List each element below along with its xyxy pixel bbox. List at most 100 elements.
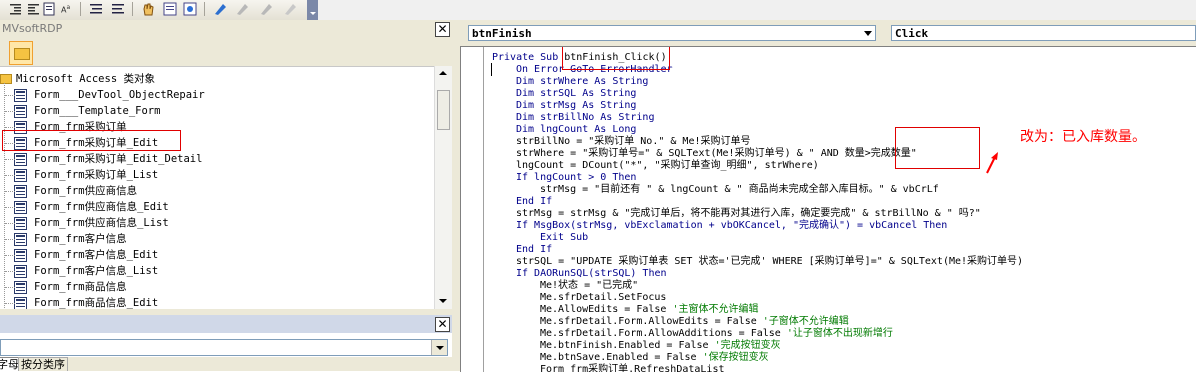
code-keyword: Dim lngCount As Long: [516, 124, 637, 135]
code-line[interactable]: Me!状态 = "已完成": [540, 280, 638, 292]
code-line[interactable]: If MsgBox(strMsg, vbExclamation + vbOKCa…: [516, 220, 947, 232]
tree-connector: [5, 287, 15, 289]
code-text: strWhere = "采购订单号=" & SQLText(Me!采购订单号) …: [516, 148, 917, 159]
bookmark-icon[interactable]: [162, 1, 178, 17]
properties-panel-title: [0, 315, 452, 333]
properties-tabs: 字母序 按分类序: [0, 357, 452, 371]
annotation-text: 改为：已入库数量。: [1020, 129, 1146, 145]
form-icon: [14, 217, 27, 230]
tree-connector: [5, 159, 15, 161]
previous-bookmark-icon[interactable]: [234, 1, 250, 17]
toolbar-options-icon[interactable]: [307, 0, 318, 20]
code-line[interactable]: If DAORunSQL(strSQL) Then: [516, 268, 667, 280]
procedure-combo[interactable]: Click: [891, 25, 1196, 41]
toggle-bookmark-icon[interactable]: [212, 1, 228, 17]
code-line[interactable]: Me.sfrDetail.SetFocus: [540, 292, 666, 304]
tree-item[interactable]: Form___DevTool_ObjectRepair: [14, 87, 205, 103]
outdent-icon[interactable]: [26, 1, 42, 17]
tree-item[interactable]: Form_frm客户信息_List: [14, 263, 158, 279]
tree-item-label: Form_frm商品信息_Edit: [34, 297, 159, 309]
code-text: strMsg = strMsg & "完成订单后，将不能再对其进行入库，确定要完…: [516, 208, 981, 219]
code-line[interactable]: End If: [516, 196, 552, 208]
form-icon: [14, 105, 27, 118]
scroll-down-icon[interactable]: [439, 299, 447, 303]
scroll-thumb[interactable]: [437, 90, 450, 130]
chevron-down-icon[interactable]: [861, 26, 875, 40]
tree-item[interactable]: Form_frm客户信息: [14, 231, 127, 247]
toggle-folders-button[interactable]: [9, 41, 33, 65]
code-line[interactable]: Me.sfrDetail.Form.AllowAdditions = False…: [540, 328, 893, 340]
list-members-icon[interactable]: [42, 1, 58, 17]
code-comment: '子窗体不允许编辑: [762, 316, 849, 327]
project-panel-close-icon[interactable]: ✕: [435, 22, 450, 37]
uncomment-block-icon[interactable]: [110, 1, 126, 17]
code-line[interactable]: strMsg = "目前还有 " & lngCount & " 商品尚未完成全部…: [540, 184, 939, 196]
code-line[interactable]: Me.AllowEdits = False '主窗体不允许编辑: [540, 304, 758, 316]
code-line[interactable]: strMsg = strMsg & "完成订单后，将不能再对其进行入库，确定要完…: [516, 208, 981, 220]
properties-object-combo[interactable]: [0, 339, 448, 356]
tree-item[interactable]: Form_frm采购订单_Edit_Detail: [14, 151, 202, 167]
tree-item[interactable]: Form_frm供应商信息_List: [14, 215, 169, 231]
chevron-down-icon[interactable]: [431, 340, 447, 355]
code-line[interactable]: strWhere = "采购订单号=" & SQLText(Me!采购订单号) …: [516, 148, 917, 160]
tree-item[interactable]: Form_frm商品信息_Edit: [14, 295, 158, 310]
code-line[interactable]: strSQL = "UPDATE 采购订单表 SET 状态='已完成' WHER…: [516, 256, 1023, 268]
tree-item-label: Form_frm供应商信息_Edit: [34, 201, 169, 213]
tree-item[interactable]: Form_frm商品信息: [14, 279, 127, 295]
properties-panel-close-icon[interactable]: ✕: [435, 317, 450, 332]
code-margin: [461, 47, 484, 372]
code-line[interactable]: lngCount = DCount("*", "采购订单查询_明细", strW…: [516, 160, 819, 172]
code-line[interactable]: strBillNo = "采购订单 No." & Me!采购订单号: [516, 136, 751, 148]
text-caret: [491, 63, 492, 76]
project-panel-title: MVsoftRDP: [0, 20, 452, 38]
tree-item-label: Form___DevTool_ObjectRepair: [34, 89, 205, 101]
code-line[interactable]: Dim strMsg As String: [516, 100, 636, 112]
code-editor[interactable]: Private Sub btnFinish_Click() On Error Go…: [460, 46, 1196, 372]
code-line[interactable]: Dim strWhere As String: [516, 76, 648, 88]
code-line[interactable]: Exit Sub: [540, 232, 588, 244]
tree-item-label: Form_frm客户信息_Edit: [34, 249, 159, 261]
tree-item[interactable]: Form_frm供应商信息_Edit: [14, 199, 169, 215]
code-text: Me.btnSave.Enabled = False: [540, 352, 703, 363]
code-line[interactable]: Dim strBillNo As String: [516, 112, 654, 124]
code-line[interactable]: Me.btnFinish.Enabled = False '完成按钮变灰: [540, 340, 781, 352]
next-bookmark-icon[interactable]: [182, 1, 198, 17]
code-keyword: If lngCount > 0 Then: [516, 172, 637, 183]
code-line[interactable]: End If: [516, 244, 552, 256]
quick-info-icon[interactable]: Aa: [61, 4, 70, 15]
comment-block-icon[interactable]: [88, 1, 104, 17]
tree-item-label: Form_frm采购订单_List: [34, 169, 159, 181]
tree-item[interactable]: Form_frm客户信息_Edit: [14, 247, 158, 263]
tree-vertical-scrollbar[interactable]: [434, 66, 452, 309]
tree-item[interactable]: Form_frm采购订单_List: [14, 167, 158, 183]
tree-connector: [5, 175, 15, 177]
object-combo[interactable]: btnFinish: [468, 25, 876, 41]
code-text: Me.sfrDetail.Form.AllowEdits = False: [540, 316, 763, 327]
code-text: Me!状态 = "已完成": [540, 280, 639, 291]
tree-item[interactable]: Form___Template_Form: [14, 103, 160, 119]
code-keyword: Dim strWhere As String: [516, 76, 649, 87]
scroll-up-icon[interactable]: [439, 71, 447, 75]
tree-connector: [5, 111, 15, 113]
code-keyword: Dim strSQL As String: [516, 88, 637, 99]
code-keyword: End If: [516, 244, 553, 255]
code-text: lngCount = DCount("*", "采购订单查询_明细", strW…: [516, 160, 819, 171]
code-line[interactable]: Me.btnSave.Enabled = False '保存按钮变灰: [540, 352, 769, 364]
code-keyword: Dim strMsg As String: [516, 100, 637, 111]
tree-item[interactable]: Form_frm供应商信息: [14, 183, 137, 199]
clear-bookmarks-icon[interactable]: [258, 1, 274, 17]
code-line[interactable]: Me.sfrDetail.Form.AllowEdits = False '子窗…: [540, 316, 849, 328]
tab-categorized[interactable]: 按分类序: [18, 357, 68, 371]
code-text: Me.btnFinish.Enabled = False: [540, 340, 715, 351]
tree-item-label: Form_frm采购订单_Edit_Detail: [34, 153, 203, 165]
tree-item-label: Form_frm客户信息_List: [34, 265, 159, 277]
tree-connector: [5, 255, 15, 257]
highlight-box: [562, 47, 670, 70]
code-line[interactable]: Dim lngCount As Long: [516, 124, 636, 136]
code-line[interactable]: Dim strSQL As String: [516, 88, 636, 100]
hand-icon[interactable]: [140, 1, 156, 17]
indent-icon[interactable]: [8, 1, 24, 17]
code-line[interactable]: If lngCount > 0 Then: [516, 172, 636, 184]
tree-root[interactable]: Microsoft Access 类对象: [0, 71, 155, 87]
code-keyword: End If: [516, 196, 553, 207]
